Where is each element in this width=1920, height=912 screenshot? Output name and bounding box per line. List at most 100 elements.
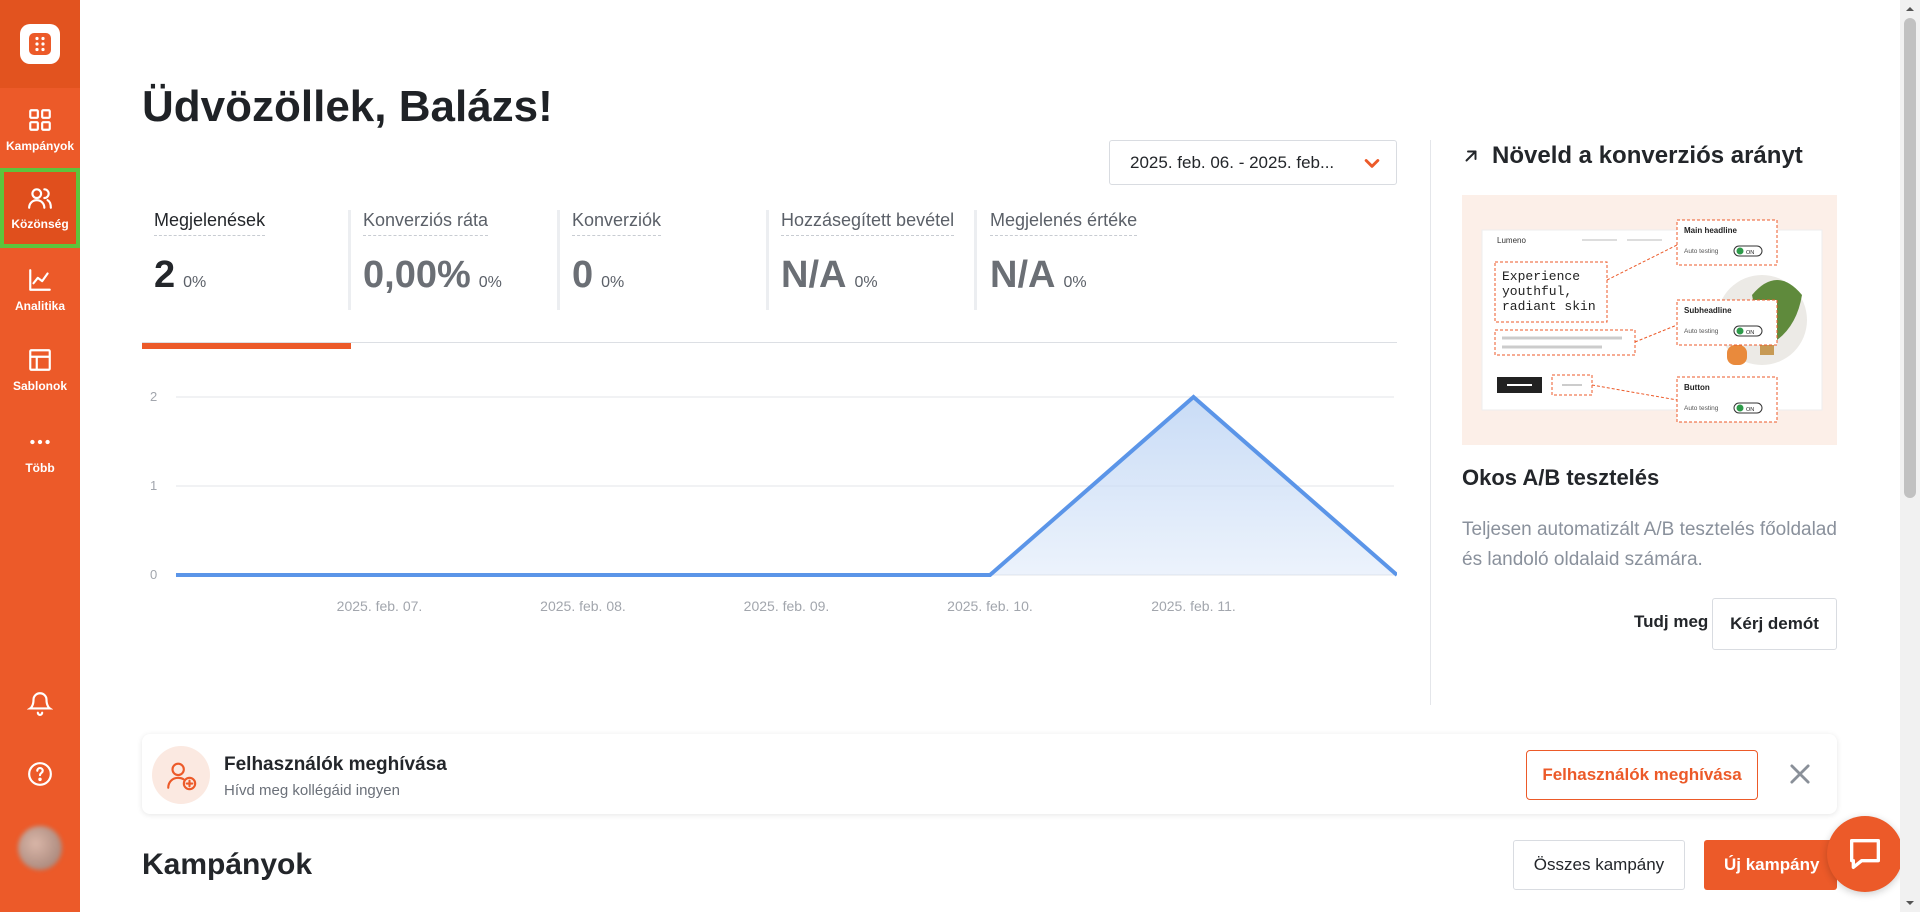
- grid-icon: [29, 109, 51, 131]
- template-icon: [29, 349, 51, 371]
- sidebar-item-kozonseg[interactable]: Közönség: [0, 168, 80, 248]
- users-icon: [28, 188, 52, 209]
- sidebar-item-label: Analitika: [14, 299, 65, 313]
- stat-change: 0%: [183, 274, 207, 291]
- svg-text:Auto testing: Auto testing: [1684, 405, 1719, 412]
- invite-description: Hívd meg kollégáid ingyen: [224, 782, 400, 799]
- avatar: [18, 826, 62, 870]
- stat-megjelenesek[interactable]: Megjelenések 2 0%: [154, 210, 363, 310]
- promo-subtitle: Okos A/B tesztelés: [1462, 465, 1660, 490]
- stat-change: 0%: [1063, 274, 1087, 291]
- stat-value: 0: [572, 254, 594, 296]
- promo-title: Növeld a konverziós arányt: [1462, 142, 1803, 170]
- impressions-chart: 0 1 2 2025. feb. 07. 2025. feb. 08. 2025. feb…: [150, 389, 1397, 614]
- sidebar-item-sablonok[interactable]: Sablonok: [0, 330, 80, 410]
- y-tick-label: 0: [150, 567, 157, 582]
- svg-text:Experience: Experience: [1502, 269, 1580, 284]
- stat-change: 0%: [854, 274, 878, 291]
- promo-description: Teljesen automatizált A/B tesztelés főol…: [1462, 519, 1837, 570]
- mock-card-main-headline: Main headline Auto testing ON: [1676, 219, 1778, 266]
- stat-hozzasegitett-bevetel[interactable]: Hozzásegített bevétel N/A 0%: [781, 210, 990, 310]
- add-user-icon: [152, 746, 210, 804]
- date-range-picker[interactable]: 2025. feb. 06. - 2025. feb...: [1109, 140, 1397, 185]
- svg-text:Auto testing: Auto testing: [1684, 248, 1719, 255]
- svg-text:radiant skin: radiant skin: [1502, 299, 1596, 314]
- chat-icon: [1850, 839, 1880, 869]
- scroll-thumb[interactable]: [1904, 18, 1916, 498]
- page-title: Üdvözöllek, Balázs!: [142, 82, 553, 131]
- sidebar-item-label: Kampányok: [5, 139, 75, 153]
- stat-value: N/A: [990, 254, 1056, 296]
- stat-divider: [557, 210, 560, 310]
- svg-text:ON: ON: [1746, 250, 1754, 256]
- chart-icon: [29, 269, 51, 291]
- arrow-up-right-icon: [1465, 150, 1477, 162]
- promo-title-text: Növeld a konverziós arányt: [1492, 142, 1803, 169]
- invite-title: Felhasználók meghívása: [224, 754, 447, 775]
- stat-label: Konverziók: [572, 210, 662, 236]
- scrollbar[interactable]: [1900, 0, 1920, 912]
- user-menu[interactable]: [0, 826, 80, 870]
- svg-text:Button: Button: [1684, 383, 1710, 392]
- svg-text:ON: ON: [1746, 330, 1754, 336]
- y-tick-label: 2: [150, 389, 157, 404]
- date-range-label: 2025. feb. 06. - 2025. feb...: [1130, 152, 1335, 172]
- sidebar-item-label: Közönség: [11, 217, 69, 231]
- sidebar-item-analitika[interactable]: Analitika: [0, 250, 80, 330]
- svg-text:ON: ON: [1746, 407, 1754, 413]
- stat-label: Megjelenés értéke: [990, 210, 1138, 236]
- invite-users-button[interactable]: Felhasználók meghívása: [1526, 750, 1758, 800]
- grid-dots-icon: [20, 24, 60, 64]
- chevron-down-icon: [1364, 158, 1380, 168]
- scroll-up-icon[interactable]: [1905, 4, 1915, 14]
- request-demo-button[interactable]: Kérj demót: [1712, 598, 1837, 650]
- stat-value: 0,00%: [363, 254, 471, 296]
- sidebar: Kampányok Közönség Analitika Sablonok Tö: [0, 0, 80, 912]
- app: Kampányok Közönség Analitika Sablonok Tö: [0, 0, 1920, 912]
- stat-change: 0%: [478, 274, 502, 291]
- stat-divider: [974, 210, 977, 310]
- stat-divider: [766, 210, 769, 310]
- bell-icon: [27, 692, 53, 716]
- scroll-down-icon[interactable]: [1905, 898, 1915, 908]
- stat-konverziok[interactable]: Konverziók 0 0%: [572, 210, 781, 310]
- all-campaigns-button[interactable]: Összes kampány: [1513, 840, 1685, 890]
- help-button[interactable]: [0, 761, 80, 787]
- stat-value: 2: [154, 254, 176, 296]
- close-icon[interactable]: [1786, 760, 1814, 788]
- stat-konverzios-rata[interactable]: Konverziós ráta 0,00% 0%: [363, 210, 572, 310]
- stat-megjelenes-erteke[interactable]: Megjelenés értéke N/A 0%: [990, 210, 1199, 310]
- logo-area[interactable]: [0, 0, 80, 88]
- sidebar-item-kampanyok[interactable]: Kampányok: [0, 90, 80, 170]
- x-tick-label: 2025. feb. 09.: [744, 598, 830, 614]
- notifications-button[interactable]: [0, 690, 80, 716]
- x-tick-label: 2025. feb. 07.: [337, 598, 423, 614]
- x-tick-label: 2025. feb. 10.: [947, 598, 1033, 614]
- campaigns-title: Kampányok: [142, 848, 313, 881]
- mock-brand: Lumeno: [1497, 236, 1526, 245]
- panel-divider: [1430, 140, 1431, 705]
- mock-card-button: Button Auto testing ON: [1676, 376, 1778, 423]
- help-icon: [28, 762, 52, 786]
- sidebar-item-label: Sablonok: [12, 379, 67, 393]
- sidebar-item-tobb[interactable]: Több: [0, 412, 80, 492]
- more-icon: [30, 439, 50, 445]
- svg-text:Subheadline: Subheadline: [1684, 306, 1732, 315]
- invite-users-banner: Felhasználók meghívása Hívd meg kollégái…: [142, 734, 1837, 814]
- y-tick-label: 1: [150, 478, 157, 493]
- x-tick-label: 2025. feb. 11.: [1151, 598, 1236, 614]
- stat-label: Hozzásegített bevétel: [781, 210, 955, 236]
- x-tick-label: 2025. feb. 08.: [540, 598, 626, 614]
- new-campaign-button[interactable]: Új kampány: [1704, 840, 1837, 890]
- svg-text:Main headline: Main headline: [1684, 226, 1737, 235]
- stats-row: Megjelenések 2 0% Konverziós ráta 0,00% 0%…: [142, 210, 1397, 310]
- sidebar-item-label: Több: [25, 461, 55, 475]
- chat-button[interactable]: [1827, 816, 1903, 892]
- stat-value: N/A: [781, 254, 847, 296]
- stat-change: 0%: [601, 274, 625, 291]
- mock-card-subheadline: Subheadline Auto testing ON: [1676, 299, 1778, 346]
- main-content: Üdvözöllek, Balázs! 2025. feb. 06. - 202…: [80, 0, 1903, 912]
- svg-text:youthful,: youthful,: [1502, 284, 1572, 299]
- svg-text:Auto testing: Auto testing: [1684, 328, 1719, 335]
- stat-label: Megjelenések: [154, 210, 266, 236]
